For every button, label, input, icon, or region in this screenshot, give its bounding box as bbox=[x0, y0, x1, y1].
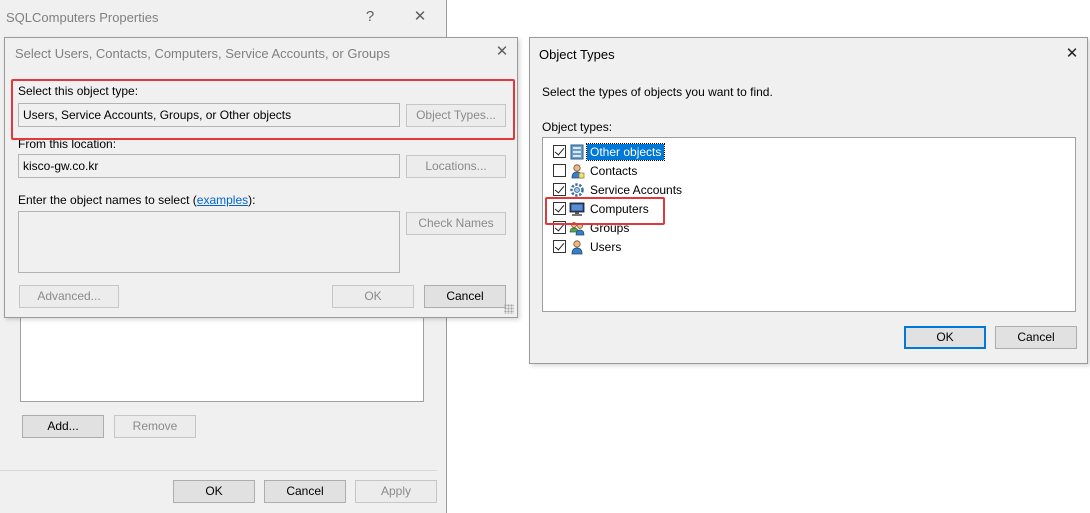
checkbox-other-objects[interactable] bbox=[553, 145, 566, 158]
object-types-list-label: Object types: bbox=[542, 120, 613, 134]
close-button[interactable]: ✕ bbox=[492, 42, 512, 62]
ok-button[interactable]: OK bbox=[904, 326, 986, 349]
locations-button[interactable]: Locations... bbox=[406, 155, 506, 178]
select-objects-dialog: Select Users, Contacts, Computers, Servi… bbox=[4, 37, 518, 318]
cancel-button[interactable]: Cancel bbox=[995, 326, 1077, 349]
close-button[interactable]: ✕ bbox=[1062, 44, 1082, 64]
examples-link[interactable]: examples bbox=[197, 193, 248, 207]
list-item-label: Users bbox=[590, 239, 622, 254]
checkbox-service-accounts[interactable] bbox=[553, 183, 566, 196]
other-objects-icon bbox=[570, 144, 584, 159]
contact-icon bbox=[571, 163, 585, 178]
properties-window-title: SQLComputers Properties bbox=[6, 10, 159, 25]
checkbox-contacts[interactable] bbox=[553, 164, 566, 177]
ok-button[interactable]: OK bbox=[332, 285, 414, 308]
cancel-button[interactable]: Cancel bbox=[424, 285, 506, 308]
add-button[interactable]: Add... bbox=[22, 415, 104, 438]
object-types-title: Object Types bbox=[539, 47, 615, 62]
location-field: kisco-gw.co.kr bbox=[18, 154, 400, 178]
list-item-users[interactable]: Users bbox=[553, 237, 624, 256]
highlight-box bbox=[11, 79, 515, 140]
object-names-label-suffix: ): bbox=[248, 193, 256, 207]
user-icon bbox=[571, 239, 583, 254]
list-item-label: Contacts bbox=[590, 163, 638, 178]
highlight-box bbox=[545, 197, 665, 225]
check-names-button[interactable]: Check Names bbox=[406, 212, 506, 235]
resize-grip[interactable] bbox=[504, 304, 514, 314]
object-names-label: Enter the object names to select (exampl… bbox=[18, 193, 255, 207]
remove-button[interactable]: Remove bbox=[114, 415, 196, 438]
advanced-button[interactable]: Advanced... bbox=[19, 285, 119, 308]
help-button[interactable]: ? bbox=[360, 7, 380, 27]
list-item-other-objects[interactable]: Other objects bbox=[553, 142, 666, 161]
list-item-contacts[interactable]: Contacts bbox=[553, 161, 640, 180]
object-types-description: Select the types of objects you want to … bbox=[542, 85, 773, 99]
select-dialog-title: Select Users, Contacts, Computers, Servi… bbox=[15, 46, 390, 61]
divider bbox=[0, 470, 437, 471]
service-account-icon bbox=[570, 182, 584, 197]
list-item-label: Other objects bbox=[585, 142, 666, 161]
list-item-label: Service Accounts bbox=[590, 182, 683, 197]
ok-button[interactable]: OK bbox=[173, 480, 255, 503]
close-button[interactable]: ✕ bbox=[410, 7, 430, 27]
object-names-label-prefix: Enter the object names to select ( bbox=[18, 193, 197, 207]
object-names-input[interactable] bbox=[18, 211, 400, 273]
apply-button[interactable]: Apply bbox=[355, 480, 437, 503]
cancel-button[interactable]: Cancel bbox=[264, 480, 346, 503]
object-types-dialog: Object Types ✕ Select the types of objec… bbox=[529, 37, 1088, 364]
checkbox-users[interactable] bbox=[553, 240, 566, 253]
